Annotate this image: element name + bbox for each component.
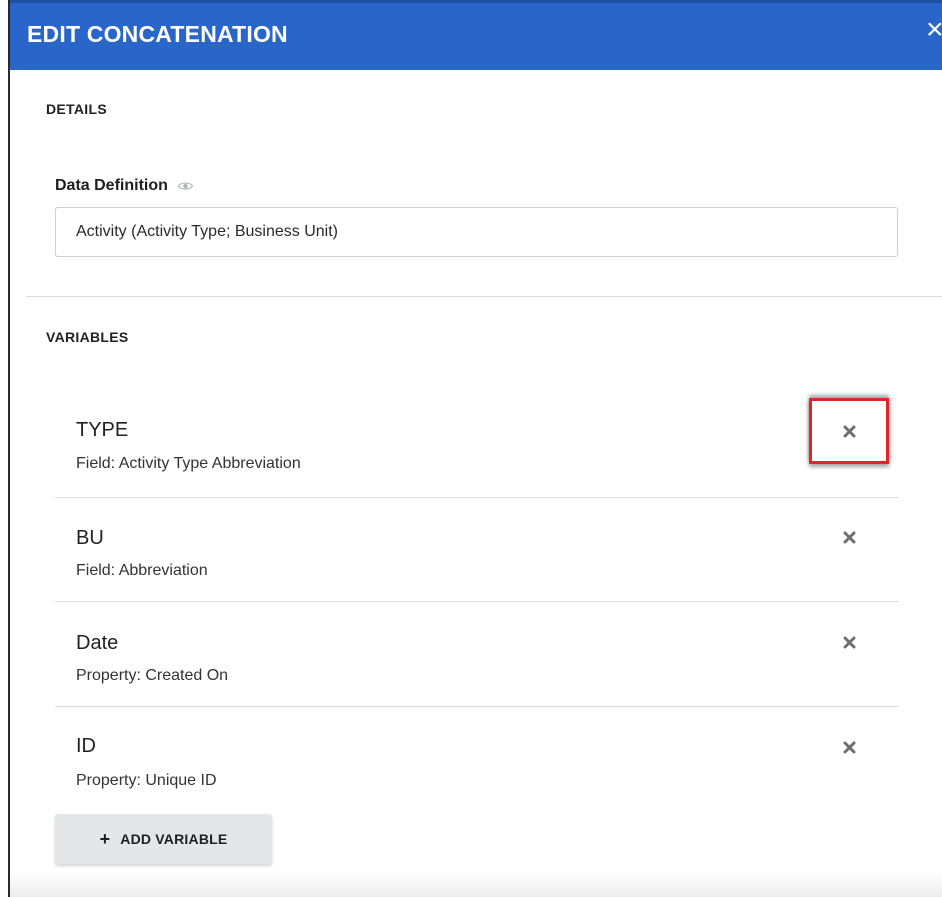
edit-concatenation-modal: EDIT CONCATENATION × DETAILS Data Defini…: [10, 0, 942, 897]
variable-row: Date Property: Created On: [55, 603, 898, 707]
details-section-label: DETAILS: [46, 101, 107, 117]
eye-icon[interactable]: [177, 181, 193, 191]
variable-row: BU Field: Abbreviation: [55, 498, 898, 602]
variable-source: Property: Created On: [76, 667, 229, 684]
data-definition-label-row: Data Definition: [55, 177, 193, 195]
close-icon[interactable]: ×: [926, 15, 942, 45]
x-icon: [843, 741, 855, 753]
data-definition-label: Data Definition: [55, 177, 168, 194]
variable-source: Field: Activity Type Abbreviation: [76, 455, 301, 472]
section-divider: [26, 296, 942, 297]
variable-source: Property: Unique ID: [76, 772, 217, 789]
variable-source: Field: Abbreviation: [76, 562, 208, 579]
page: EDIT CONCATENATION × DETAILS Data Defini…: [0, 0, 942, 897]
modal-title: EDIT CONCATENATION: [27, 21, 288, 47]
remove-variable-button[interactable]: [809, 714, 889, 780]
variable-name: BU: [76, 527, 104, 549]
data-definition-field[interactable]: Activity (Activity Type; Business Unit): [55, 207, 898, 257]
variable-name: TYPE: [76, 419, 129, 441]
remove-variable-button[interactable]: [809, 504, 889, 570]
variables-section-label: VARIABLES: [46, 329, 129, 345]
remove-variable-button[interactable]: [809, 398, 889, 464]
x-icon: [843, 425, 855, 437]
x-icon: [843, 531, 855, 543]
variable-name: Date: [76, 632, 119, 654]
add-variable-button[interactable]: + ADD VARIABLE: [55, 814, 272, 864]
plus-icon: +: [99, 829, 111, 849]
bottom-shadow: [10, 872, 942, 897]
variable-name: ID: [76, 735, 96, 757]
x-icon: [843, 636, 855, 648]
modal-header: EDIT CONCATENATION ×: [10, 0, 942, 70]
variable-row: ID Property: Unique ID: [55, 708, 898, 812]
remove-variable-button[interactable]: [809, 609, 889, 675]
left-margin: [0, 0, 8, 897]
add-variable-label: ADD VARIABLE: [120, 831, 228, 847]
variable-row: TYPE Field: Activity Type Abbreviation: [55, 394, 898, 498]
left-border-line: [8, 0, 10, 897]
